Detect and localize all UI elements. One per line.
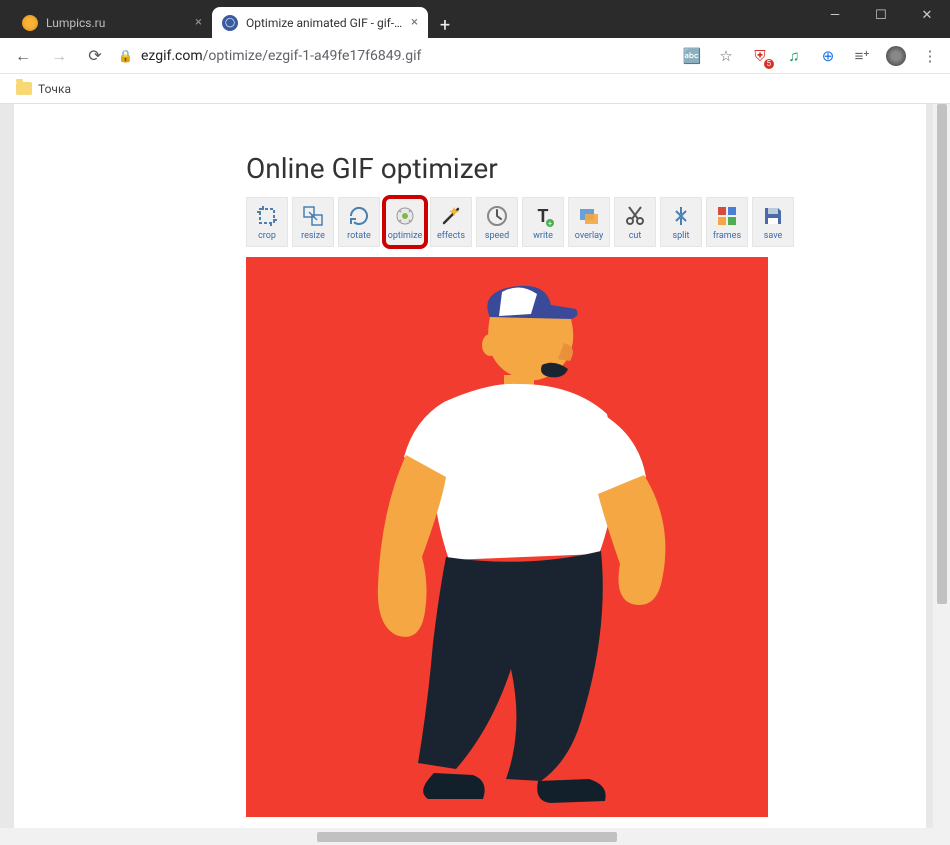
tab-label: Optimize animated GIF - gif-man (246, 16, 403, 30)
tool-label: cut (629, 231, 642, 241)
gif-preview (246, 257, 768, 817)
tool-write[interactable]: T+ write (522, 197, 564, 247)
tool-label: optimize (388, 231, 423, 241)
tool-overlay[interactable]: overlay (568, 197, 610, 247)
save-icon (761, 204, 785, 228)
tab-label: Lumpics.ru (46, 16, 187, 30)
shield-badge: 5 (764, 59, 775, 69)
star-icon[interactable]: ☆ (716, 46, 736, 66)
tool-crop[interactable]: crop (246, 197, 288, 247)
favicon-lumpics (22, 15, 38, 31)
forward-button: → (46, 43, 72, 69)
tool-split[interactable]: split (660, 197, 702, 247)
tool-label: overlay (575, 231, 603, 241)
scroll-corner (933, 828, 950, 845)
tool-effects[interactable]: effects (430, 197, 472, 247)
content-card: Online GIF optimizer crop resize rotate (14, 104, 926, 845)
scroll-area[interactable]: Online GIF optimizer crop resize rotate (0, 104, 950, 845)
frames-icon (715, 204, 739, 228)
tool-toolbar: crop resize rotate optimize (246, 197, 926, 247)
tab-ezgif[interactable]: ◯ Optimize animated GIF - gif-man × (212, 7, 428, 38)
lock-icon: 🔒 (118, 49, 133, 63)
scrollbar-thumb[interactable] (937, 104, 947, 604)
tool-label: frames (713, 231, 741, 241)
menu-icon[interactable]: ⋮ (920, 46, 940, 66)
url-domain: ezgif.com (141, 48, 203, 64)
tool-cut[interactable]: cut (614, 197, 656, 247)
tool-label: save (764, 231, 783, 241)
rotate-icon (347, 204, 371, 228)
speed-icon (485, 204, 509, 228)
svg-text:+: + (548, 220, 552, 228)
close-icon[interactable]: × (411, 15, 418, 30)
split-icon (669, 204, 693, 228)
tool-label: resize (301, 231, 325, 241)
horizontal-scrollbar[interactable] (0, 828, 933, 845)
tool-label: effects (437, 231, 465, 241)
tool-label: write (533, 231, 553, 241)
overlay-icon (577, 204, 601, 228)
tool-save[interactable]: save (752, 197, 794, 247)
tool-frames[interactable]: frames (706, 197, 748, 247)
close-icon[interactable]: × (195, 15, 202, 30)
tool-rotate[interactable]: rotate (338, 197, 380, 247)
tool-speed[interactable]: speed (476, 197, 518, 247)
titlebar: Lumpics.ru × ◯ Optimize animated GIF - g… (0, 0, 950, 38)
optimize-icon (393, 204, 417, 228)
window-controls: ― ☐ ✕ (812, 0, 950, 30)
favicon-ezgif: ◯ (222, 15, 238, 31)
bookmarks-bar: Точка (0, 74, 950, 104)
write-icon: T+ (531, 204, 555, 228)
character-illustration (246, 257, 768, 817)
tool-label: split (672, 231, 689, 241)
bookmark-folder[interactable]: Точка (10, 79, 77, 99)
tab-lumpics[interactable]: Lumpics.ru × (12, 7, 212, 38)
extension-globe-icon[interactable]: ⊕ (818, 46, 838, 66)
cut-icon (623, 204, 647, 228)
profile-avatar[interactable] (886, 46, 906, 66)
bookmark-label: Точка (38, 82, 71, 96)
shield-icon[interactable]: ⛨5 (750, 46, 770, 66)
viewport: Online GIF optimizer crop resize rotate (0, 104, 950, 845)
page-content: Online GIF optimizer crop resize rotate (0, 104, 944, 845)
minimize-button[interactable]: ― (812, 0, 858, 30)
close-button[interactable]: ✕ (904, 0, 950, 30)
tool-label: crop (258, 231, 276, 241)
address-bar: ← → ⟳ 🔒 ezgif.com/optimize/ezgif-1-a49fe… (0, 38, 950, 74)
effects-icon (439, 204, 463, 228)
url-field[interactable]: 🔒 ezgif.com/optimize/ezgif-1-a49fe17f684… (118, 48, 672, 64)
tool-resize[interactable]: resize (292, 197, 334, 247)
folder-icon (16, 82, 32, 95)
back-button[interactable]: ← (10, 43, 36, 69)
page-title: Online GIF optimizer (246, 152, 926, 185)
tab-strip: Lumpics.ru × ◯ Optimize animated GIF - g… (0, 0, 458, 38)
tool-optimize[interactable]: optimize (384, 197, 426, 247)
tool-label: speed (485, 231, 509, 241)
maximize-button[interactable]: ☐ (858, 0, 904, 30)
translate-icon[interactable]: 🔤 (682, 46, 702, 66)
reading-list-icon[interactable]: ≡⁺ (852, 46, 872, 66)
reload-button[interactable]: ⟳ (82, 43, 108, 69)
scrollbar-thumb[interactable] (317, 832, 617, 842)
extension-music-icon[interactable]: ♫ (784, 46, 804, 66)
resize-icon (301, 204, 325, 228)
new-tab-button[interactable]: + (432, 12, 458, 38)
vertical-scrollbar[interactable] (933, 104, 950, 828)
address-actions: 🔤 ☆ ⛨5 ♫ ⊕ ≡⁺ ⋮ (682, 46, 940, 66)
tool-label: rotate (347, 231, 371, 241)
crop-icon (255, 204, 279, 228)
url-path: /optimize/ezgif-1-a49fe17f6849.gif (203, 48, 422, 64)
